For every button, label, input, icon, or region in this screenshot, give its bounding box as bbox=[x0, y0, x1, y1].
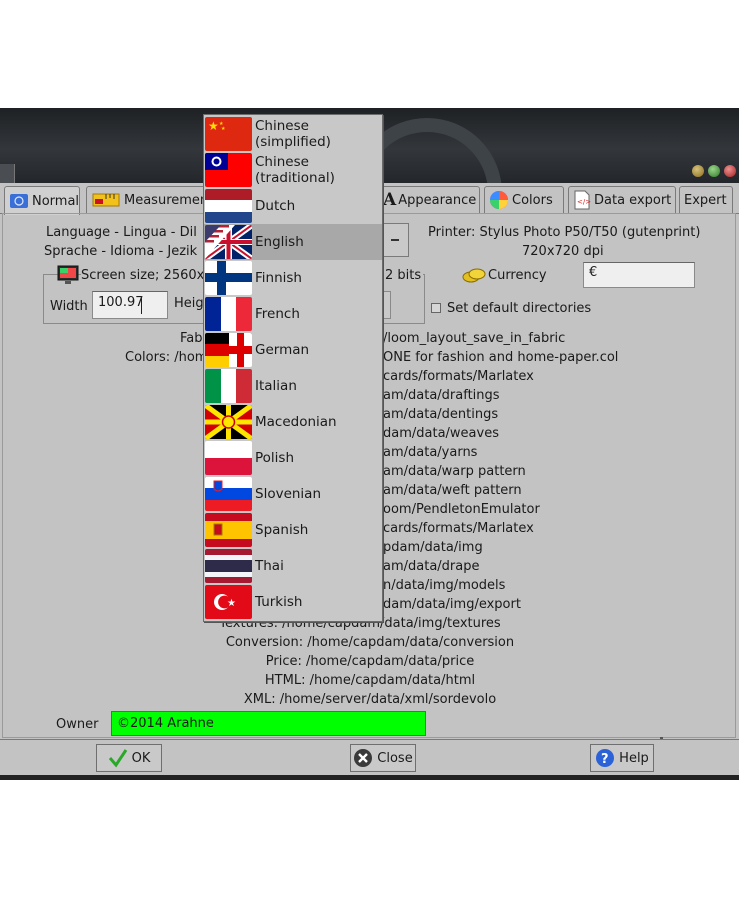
language-option-dutch[interactable]: Dutch bbox=[204, 188, 382, 224]
taiwan-flag-icon bbox=[205, 153, 252, 187]
path-line: cards/formats/Marlatex bbox=[383, 521, 534, 536]
button-bar-separator bbox=[0, 739, 739, 740]
text-cursor bbox=[141, 296, 142, 314]
path-line: n/data/img/models bbox=[383, 578, 506, 593]
path-line: pdam/data/img bbox=[383, 540, 483, 555]
checkmark-icon bbox=[108, 749, 127, 768]
help-button[interactable]: ? Help bbox=[590, 744, 654, 772]
language-option-spanish[interactable]: Spanish bbox=[204, 512, 382, 548]
width-input[interactable]: 100.97 bbox=[92, 291, 168, 319]
language-option-german[interactable]: German bbox=[204, 332, 382, 368]
language-select-arrow[interactable] bbox=[383, 223, 409, 257]
height-label: Heig bbox=[174, 296, 204, 311]
slovenia-flag-icon bbox=[205, 477, 252, 511]
path-line: cards/formats/Marlatex bbox=[383, 369, 534, 384]
xml-path: XML: /home/server/data/xml/sordevolo bbox=[243, 692, 497, 707]
tab-expert[interactable]: Expert bbox=[679, 186, 733, 213]
html-file-icon: </> bbox=[574, 190, 591, 210]
svg-text:</>: </> bbox=[577, 198, 591, 206]
ok-button[interactable]: OK bbox=[96, 744, 162, 772]
language-option-thai[interactable]: Thai bbox=[204, 548, 382, 584]
path-line: /loom_layout_save_in_fabric bbox=[383, 331, 566, 346]
finland-flag-icon bbox=[205, 261, 252, 295]
france-flag-icon bbox=[205, 297, 252, 331]
printer-resolution: 720x720 dpi bbox=[522, 244, 604, 259]
close-window-button[interactable] bbox=[724, 165, 736, 177]
screen-size-label: Screen size; 2560x bbox=[81, 268, 207, 283]
coins-icon bbox=[462, 268, 486, 283]
minimize-button[interactable] bbox=[692, 165, 704, 177]
language-option-turkish[interactable]: ★ Turkish bbox=[204, 584, 382, 620]
help-icon: ? bbox=[596, 749, 615, 767]
thailand-flag-icon bbox=[205, 549, 252, 583]
tab-normal[interactable]: Normal bbox=[4, 186, 80, 215]
path-line: am/data/weft pattern bbox=[383, 483, 522, 498]
poland-flag-icon bbox=[205, 441, 252, 475]
path-line: am/data/dentings bbox=[383, 407, 499, 422]
us-uk-flag-icon bbox=[205, 225, 252, 259]
tab-measurements[interactable]: Measurements bbox=[86, 186, 206, 213]
germany-flag-icon bbox=[205, 333, 252, 367]
language-label: Language - Lingua - Dil bbox=[46, 225, 197, 240]
monitor-icon bbox=[57, 265, 79, 284]
svg-text:★: ★ bbox=[221, 126, 226, 132]
close-button[interactable]: Close bbox=[350, 744, 416, 772]
path-line: am/data/warp pattern bbox=[383, 464, 526, 479]
svg-text:★: ★ bbox=[227, 598, 236, 609]
width-label: Width bbox=[50, 299, 88, 314]
owner-input[interactable]: ©2014 Arahne bbox=[111, 711, 426, 736]
language-label-2: Sprache - Idioma - Jezik bbox=[44, 244, 198, 259]
ruler-icon bbox=[92, 193, 120, 207]
path-line: oom/PendletonEmulator bbox=[383, 502, 540, 517]
language-option-french[interactable]: French bbox=[204, 296, 382, 332]
turkey-flag-icon: ★ bbox=[205, 585, 252, 619]
italy-flag-icon bbox=[205, 369, 252, 403]
tab-colors[interactable]: Colors bbox=[484, 186, 564, 213]
conversion-path: Conversion: /home/capdam/data/conversion bbox=[225, 635, 515, 650]
color-wheel-icon bbox=[490, 191, 508, 209]
html-path: HTML: /home/capdam/data/html bbox=[264, 673, 476, 688]
language-option-chinese-traditional[interactable]: Chinese (traditional) bbox=[204, 152, 382, 188]
path-line: ONE for fashion and home-paper.col bbox=[383, 350, 619, 365]
language-option-finnish[interactable]: Finnish bbox=[204, 260, 382, 296]
language-option-polish[interactable]: Polish bbox=[204, 440, 382, 476]
price-path: Price: /home/capdam/data/price bbox=[265, 654, 475, 669]
spain-flag-icon bbox=[205, 513, 252, 547]
owner-label: Owner bbox=[56, 717, 99, 732]
path-line: dam/data/img/export bbox=[383, 597, 521, 612]
language-option-chinese-simplified[interactable]: ★ ★ ★ Chinese (simplified) bbox=[204, 116, 382, 152]
flag-tab-icon bbox=[10, 194, 28, 208]
close-icon bbox=[354, 749, 373, 767]
macedonia-flag-icon bbox=[205, 405, 252, 439]
height-input-edge[interactable] bbox=[383, 291, 391, 319]
path-line: dam/data/weaves bbox=[383, 426, 499, 441]
svg-text:★: ★ bbox=[208, 119, 219, 133]
maximize-button[interactable] bbox=[708, 165, 720, 177]
fabric-path-label: Fab bbox=[180, 331, 203, 346]
printer-label: Printer: Stylus Photo P50/T50 (gutenprin… bbox=[428, 225, 701, 240]
language-option-slovenian[interactable]: Slovenian bbox=[204, 476, 382, 512]
path-line: am/data/drape bbox=[383, 559, 480, 574]
colors-path-label: Colors: /hom bbox=[125, 350, 208, 365]
default-directories-label: Set default directories bbox=[447, 301, 592, 316]
color-depth-label: 2 bits bbox=[383, 268, 424, 283]
svg-text:?: ? bbox=[601, 752, 609, 767]
language-option-italian[interactable]: Italian bbox=[204, 368, 382, 404]
path-line: am/data/draftings bbox=[383, 388, 500, 403]
language-option-english[interactable]: English bbox=[204, 224, 382, 260]
language-option-macedonian[interactable]: Macedonian bbox=[204, 404, 382, 440]
font-a-icon: A bbox=[383, 190, 397, 210]
default-directories-checkbox[interactable] bbox=[431, 303, 441, 313]
path-line: am/data/yarns bbox=[383, 445, 478, 460]
netherlands-flag-icon bbox=[205, 189, 252, 223]
currency-input[interactable]: € bbox=[583, 262, 695, 288]
tab-data-export[interactable]: </> Data export bbox=[568, 186, 676, 213]
china-flag-icon: ★ ★★ bbox=[205, 117, 252, 151]
currency-label: Currency bbox=[488, 268, 547, 283]
window-menu-button[interactable] bbox=[0, 164, 15, 183]
tab-appearance[interactable]: A Appearance bbox=[374, 186, 480, 213]
language-dropdown-list: ★ ★ ★ Chinese (simplified) Chinese (tradit… bbox=[203, 114, 383, 622]
